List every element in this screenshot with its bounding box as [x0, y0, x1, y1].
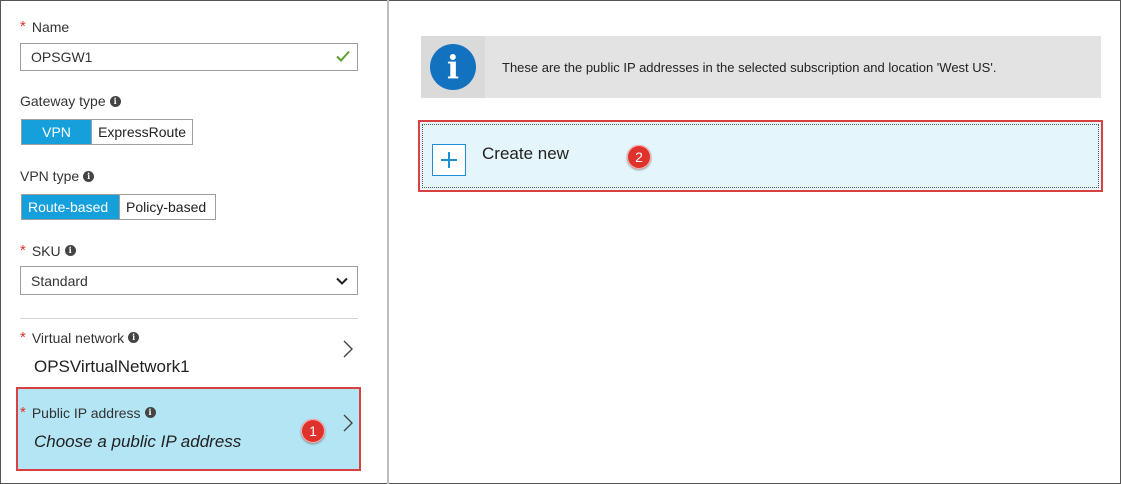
info-icon[interactable]: i: [83, 170, 95, 182]
info-banner: i These are the public IP addresses in t…: [421, 36, 1101, 98]
info-icon[interactable]: i: [64, 245, 76, 256]
name-input-value: OPSGW1: [31, 49, 93, 65]
info-icon-container: i: [421, 36, 485, 98]
blade-divider: [387, 0, 389, 484]
sku-label: SKU: [31, 242, 61, 259]
step-1-badge: 1: [301, 419, 325, 443]
virtual-network-value: OPSVirtualNetwork1: [34, 357, 190, 376]
chevron-down-icon: [336, 277, 348, 285]
info-circle-icon: i: [430, 44, 476, 90]
step-2-badge: 2: [627, 145, 651, 169]
chevron-right-icon: [343, 340, 353, 358]
info-icon[interactable]: i: [109, 95, 121, 107]
sku-selected-value: Standard: [31, 272, 88, 289]
gateway-type-vpn-option[interactable]: VPN: [22, 120, 92, 144]
info-icon[interactable]: i: [144, 407, 156, 418]
name-input[interactable]: OPSGW1: [20, 43, 358, 71]
section-divider: [20, 318, 358, 319]
sku-dropdown[interactable]: Standard: [20, 266, 358, 295]
info-icon[interactable]: i: [128, 332, 140, 343]
required-marker: *: [20, 329, 26, 346]
vpn-type-toggle: Route-based Policy-based: [21, 194, 216, 220]
virtual-network-label: Virtual network: [31, 329, 125, 346]
sku-label-row: * SKU i: [20, 242, 76, 259]
info-message: These are the public IP addresses in the…: [502, 60, 997, 75]
gateway-type-toggle: VPN ExpressRoute: [21, 119, 193, 145]
public-ip-placeholder: Choose a public IP address: [34, 432, 242, 451]
name-label: Name: [31, 18, 70, 35]
vpn-type-policy-based-option[interactable]: Policy-based: [119, 195, 215, 219]
vpn-type-label: VPN type: [20, 168, 80, 184]
checkmark-icon: [336, 50, 350, 62]
plus-icon: [432, 144, 466, 176]
required-marker: *: [20, 18, 26, 35]
gateway-type-label: Gateway type: [20, 93, 106, 109]
virtual-network-label-row: * Virtual network i: [20, 329, 140, 346]
gateway-type-label-row: Gateway type i: [20, 93, 121, 109]
required-marker: *: [20, 242, 26, 259]
public-ip-label-row: * Public IP address i: [20, 404, 156, 421]
vpn-type-route-based-option[interactable]: Route-based: [22, 195, 119, 219]
public-ip-label: Public IP address: [31, 404, 141, 421]
create-new-button[interactable]: Create new 2: [418, 120, 1103, 192]
name-label-row: * Name: [20, 18, 69, 35]
chevron-right-icon: [343, 414, 353, 432]
gateway-type-expressroute-option[interactable]: ExpressRoute: [91, 120, 192, 144]
create-new-label: Create new: [482, 144, 569, 163]
vpn-type-label-row: VPN type i: [20, 168, 95, 184]
required-marker: *: [20, 404, 26, 421]
